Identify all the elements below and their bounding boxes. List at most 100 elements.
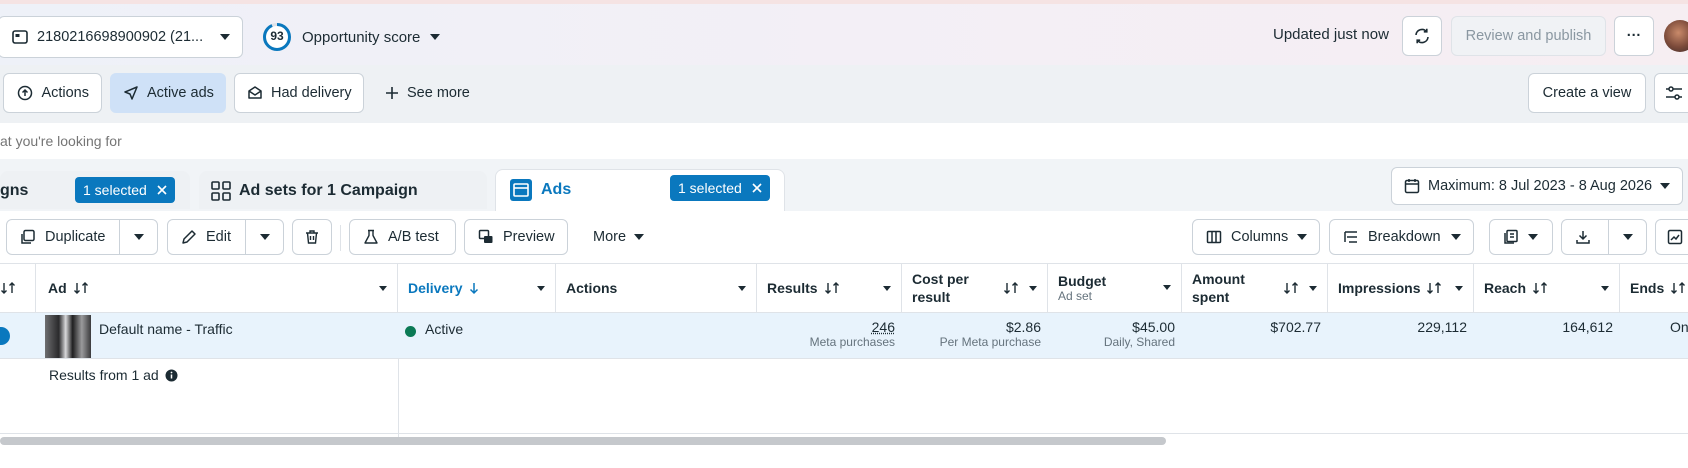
ad-name[interactable]: Default name - Traffic [99, 321, 233, 337]
ab-test-button[interactable]: A/B test [349, 219, 456, 255]
column-divider [398, 359, 399, 444]
review-publish-button[interactable]: Review and publish [1451, 16, 1606, 56]
filter-had-delivery[interactable]: Had delivery [234, 73, 364, 113]
filter-row: Actions Active ads Had delivery See more… [0, 65, 1688, 123]
chevron-down-icon[interactable] [1163, 285, 1171, 290]
chevron-down-icon [430, 34, 440, 40]
col-actions[interactable]: Actions [556, 264, 757, 312]
chevron-down-icon[interactable] [379, 286, 387, 291]
reports-button[interactable] [1489, 219, 1553, 255]
preview-icon [477, 228, 495, 246]
col-ad[interactable]: Ad [36, 264, 398, 312]
export-button[interactable] [1561, 219, 1647, 255]
more-actions-button[interactable]: More [580, 219, 660, 255]
col-results[interactable]: Results [757, 264, 902, 312]
opportunity-score[interactable]: 93 Opportunity score [262, 22, 440, 52]
col-cost-per-result[interactable]: Cost per result [902, 264, 1048, 312]
close-icon[interactable] [752, 183, 762, 193]
reports-icon [1502, 228, 1520, 246]
close-icon[interactable] [157, 185, 167, 195]
budget-sub: Daily, Shared [1048, 335, 1175, 349]
col-ad-label: Ad [48, 280, 67, 296]
duplicate-label: Duplicate [45, 229, 105, 245]
breakdown-button[interactable]: Breakdown [1329, 219, 1474, 255]
preview-label: Preview [503, 229, 555, 245]
filter-actions[interactable]: Actions [3, 73, 102, 113]
score-value: 93 [262, 29, 292, 43]
chevron-down-icon[interactable] [883, 286, 891, 291]
col-impressions[interactable]: Impressions [1328, 264, 1474, 312]
search-input[interactable] [0, 129, 800, 153]
envelope-icon [247, 84, 263, 102]
avatar[interactable] [1664, 20, 1688, 52]
refresh-icon [1413, 27, 1431, 45]
chevron-down-icon[interactable] [1029, 286, 1037, 291]
sort-icon [1003, 281, 1019, 295]
ad-thumbnail[interactable] [45, 315, 91, 358]
filter-had-delivery-label: Had delivery [271, 85, 352, 101]
chevron-down-icon[interactable] [738, 286, 746, 291]
view-settings-button[interactable] [1654, 73, 1688, 113]
chevron-down-icon[interactable] [1309, 286, 1317, 291]
duplicate-button[interactable]: Duplicate [6, 219, 158, 255]
results-value[interactable]: 246 [757, 319, 895, 335]
preview-button[interactable]: Preview [464, 219, 568, 255]
col-cost-label: Cost per result [912, 270, 982, 306]
col-amount-label: Amount spent [1192, 270, 1252, 306]
campaigns-selected-pill[interactable]: 1 selected [75, 177, 175, 203]
table-bottom-border [0, 433, 1688, 434]
ads-toolbar: Duplicate Edit A/B test Preview More Col [0, 211, 1688, 263]
top-bar: 2180216698900902 (21... 93 Opportunity s… [0, 0, 1688, 65]
horizontal-scrollbar[interactable] [0, 437, 1166, 445]
results-sub: Meta purchases [757, 335, 895, 349]
account-label: 2180216698900902 (21... [37, 29, 203, 45]
chart-icon [1666, 228, 1684, 246]
create-view-button[interactable]: Create a view [1528, 73, 1646, 113]
col-delivery[interactable]: Delivery [398, 264, 556, 312]
col-budget[interactable]: Budget Ad set [1048, 264, 1182, 312]
chevron-down-icon [260, 234, 270, 240]
filter-active-ads-label: Active ads [147, 85, 214, 101]
opportunity-label: Opportunity score [302, 29, 420, 46]
export-menu-toggle[interactable] [1608, 220, 1646, 254]
chart-button[interactable] [1655, 219, 1688, 255]
toggle-switch[interactable] [0, 327, 10, 345]
table-row[interactable]: Default name - Traffic Active 246 Meta p… [0, 312, 1688, 359]
account-icon [11, 28, 29, 46]
col-impressions-label: Impressions [1338, 280, 1420, 296]
tab-ads-label: Ads [541, 181, 571, 199]
table-header: Ad Delivery Actions Results Cost per res… [0, 263, 1688, 312]
level-tabs: gns 1 selected Ad sets for 1 Campaign Ad… [0, 159, 1688, 211]
ads-selected-pill[interactable]: 1 selected [670, 175, 770, 201]
col-reach[interactable]: Reach [1474, 264, 1620, 312]
tab-adsets[interactable]: Ad sets for 1 Campaign [199, 171, 487, 209]
impressions-value: 229,112 [1328, 319, 1467, 335]
account-selector[interactable]: 2180216698900902 (21... [0, 16, 243, 58]
chevron-down-icon [1660, 183, 1670, 189]
search-bar[interactable] [0, 123, 1688, 159]
columns-button[interactable]: Columns [1192, 219, 1320, 255]
tab-campaigns-label: gns [0, 182, 28, 200]
duplicate-menu-toggle[interactable] [119, 220, 157, 254]
date-range-label: Maximum: 8 Jul 2023 - 8 Aug 2026 [1428, 178, 1652, 194]
edit-button[interactable]: Edit [167, 219, 284, 255]
info-icon[interactable] [165, 369, 178, 382]
campaigns-selected-label: 1 selected [83, 182, 147, 198]
filter-actions-label: Actions [41, 85, 89, 101]
sort-icon[interactable] [0, 264, 36, 312]
chevron-down-icon[interactable] [537, 286, 545, 291]
col-ends[interactable]: Ends [1620, 264, 1688, 312]
date-range-picker[interactable]: Maximum: 8 Jul 2023 - 8 Aug 2026 [1391, 167, 1683, 205]
updated-status: Updated just now [1273, 26, 1389, 43]
refresh-button[interactable] [1402, 16, 1442, 56]
delete-button[interactable] [292, 219, 332, 255]
edit-menu-toggle[interactable] [245, 220, 283, 254]
see-more-button[interactable]: See more [372, 73, 482, 113]
score-ring-icon: 93 [262, 22, 292, 52]
filter-active-ads[interactable]: Active ads [110, 73, 226, 113]
chevron-down-icon[interactable] [1601, 286, 1609, 291]
more-options-button[interactable]: ··· [1614, 16, 1654, 56]
cost-sub: Per Meta purchase [902, 335, 1041, 349]
chevron-down-icon[interactable] [1455, 286, 1463, 291]
col-amount-spent[interactable]: Amount spent [1182, 264, 1328, 312]
